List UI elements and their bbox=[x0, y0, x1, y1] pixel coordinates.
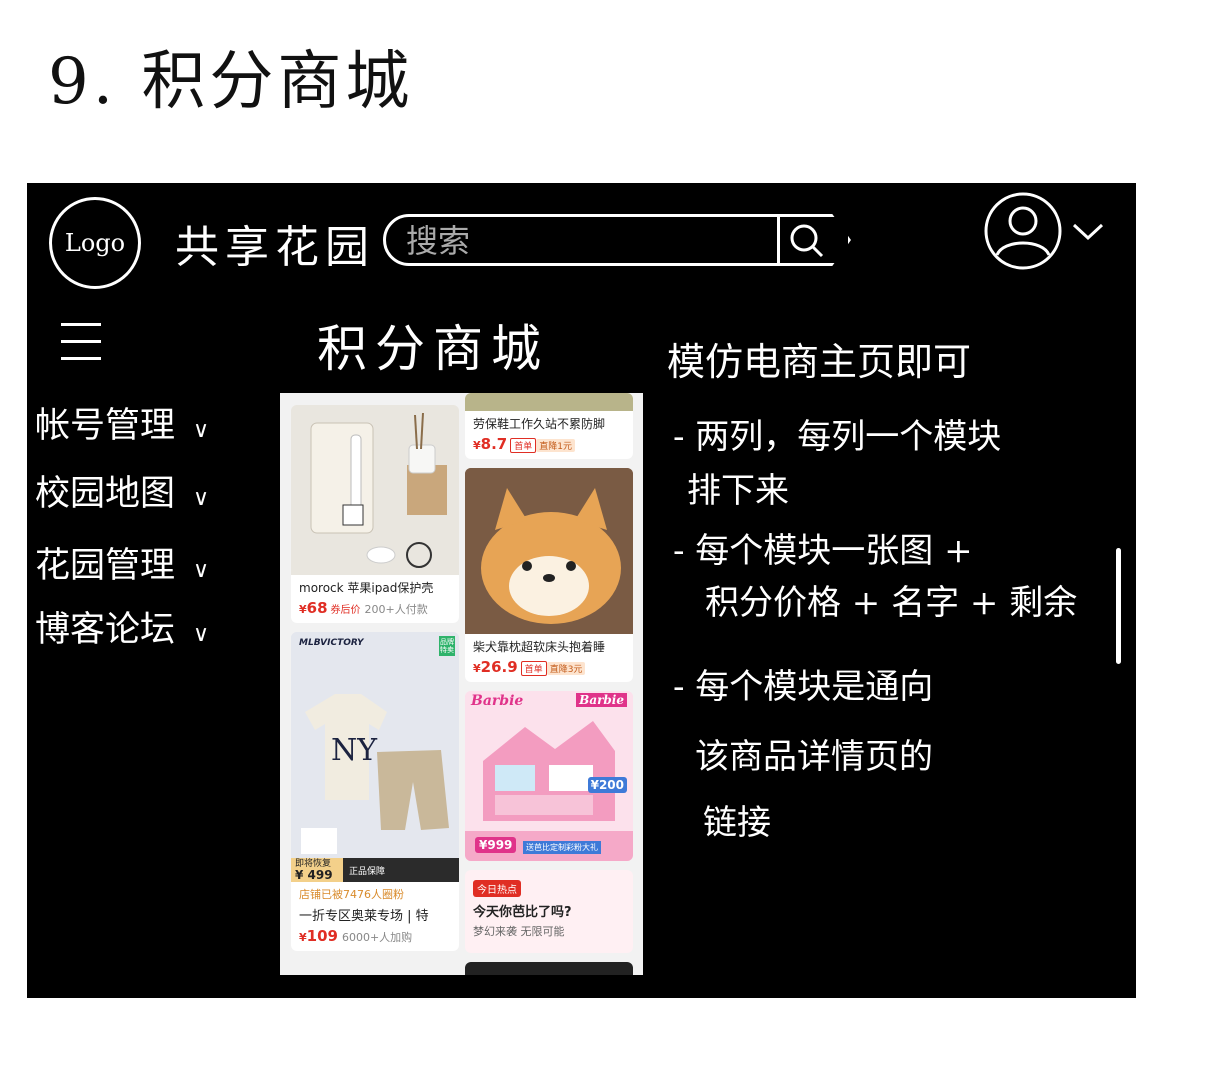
search-input[interactable] bbox=[404, 221, 778, 261]
product-card[interactable]: NY MLBVICTORY 品牌特卖 即将恢复 ¥ 499 正品保障 店铺已被7… bbox=[291, 632, 459, 951]
next-card-peek bbox=[465, 962, 633, 975]
product-name: 劳保鞋工作久站不累防脚 bbox=[473, 417, 606, 431]
sidebar-item-label: 博客论坛 bbox=[35, 610, 176, 650]
note-line: 链接 bbox=[703, 803, 771, 843]
scrollbar[interactable] bbox=[1116, 548, 1121, 664]
sidebar-item-garden[interactable]: 花园管理 ∨ bbox=[35, 537, 209, 588]
product-image bbox=[465, 468, 633, 634]
note-line: 排下来 bbox=[687, 471, 789, 511]
search-bar[interactable] bbox=[383, 214, 851, 266]
product-name: 柴犬靠枕超软床头抱着睡 bbox=[473, 640, 606, 654]
shop-follow-note: 店铺已被7476人圈粉 bbox=[299, 888, 404, 901]
svg-text:NY: NY bbox=[331, 733, 378, 768]
brand-logo-barbie: Barbie bbox=[471, 693, 524, 709]
product-column-left: morock 苹果ipad保护壳 ¥68 券后价 200+人付款 NY MLBVIC… bbox=[291, 405, 459, 960]
chevron-down-icon: ∨ bbox=[193, 622, 210, 647]
note-title: 模仿电商主页即可 bbox=[667, 340, 972, 384]
product-price: ¥109 6000+人加购 bbox=[299, 927, 413, 945]
note-line: - 每个模块是通向 bbox=[673, 667, 934, 707]
product-card[interactable]: 柴犬靠枕超软床头抱着睡 ¥26.9 首单 直降3元 bbox=[465, 468, 633, 682]
brand-sale-badge: 品牌特卖 bbox=[439, 636, 455, 656]
hamburger-icon[interactable] bbox=[61, 323, 101, 374]
note-line: - 每个模块一张图 + bbox=[673, 531, 973, 571]
promo-title: 今天你芭比了吗? bbox=[473, 905, 572, 920]
note-line: - 两列，每列一个模块 bbox=[673, 417, 1002, 457]
logo[interactable]: Logo bbox=[49, 197, 141, 289]
product-card[interactable]: Barbie Barbie ¥200 ¥999 送芭比定制彩粉大礼 bbox=[465, 691, 633, 861]
barbie-dreamhouse-image bbox=[465, 691, 633, 861]
price-badge: ¥999 bbox=[475, 837, 517, 853]
sidebar-item-label: 帐号管理 bbox=[35, 406, 176, 446]
promo-subtitle: 梦幻来袭 无限可能 bbox=[473, 925, 565, 938]
product-column-right: 劳保鞋工作久站不累防脚 ¥8.7 首单 直降1元 柴犬靠枕超软床头抱着睡 ¥26… bbox=[465, 393, 633, 975]
product-card[interactable]: 劳保鞋工作久站不累防脚 ¥8.7 首单 直降1元 bbox=[465, 393, 633, 459]
chevron-down-icon: ∨ bbox=[193, 486, 210, 511]
search-icon bbox=[790, 224, 824, 258]
note-line: 该商品详情页的 bbox=[695, 737, 933, 777]
gift-banner: 送芭比定制彩粉大礼 bbox=[523, 841, 601, 854]
chevron-down-icon: ∨ bbox=[193, 558, 210, 583]
brand-label: MLBVICTORY bbox=[299, 638, 364, 648]
sidebar-item-label: 花园管理 bbox=[35, 546, 176, 586]
product-name: 一折专区奥莱专场 | 特 bbox=[299, 909, 429, 924]
note-line: 积分价格 + 名字 + 剩余 bbox=[705, 583, 1078, 623]
product-feed: morock 苹果ipad保护壳 ¥68 券后价 200+人付款 NY MLBVIC… bbox=[280, 393, 643, 975]
promo-price-block: 即将恢复 ¥ 499 bbox=[291, 858, 343, 882]
wireframe-board: Logo 共享花园 帐号管理 ∨ 校园地图 ∨ 花园管理 ∨ 博客论坛 ∨ 积分商城 bbox=[27, 183, 1136, 998]
ipad-case-image bbox=[291, 405, 459, 575]
product-image: Barbie Barbie ¥200 ¥999 送芭比定制彩粉大礼 bbox=[465, 691, 633, 861]
product-image bbox=[291, 405, 459, 575]
sidebar-item-label: 校园地图 bbox=[35, 474, 176, 514]
promo-note: 正品保障 bbox=[349, 867, 386, 877]
product-image: NY MLBVICTORY 品牌特卖 即将恢复 ¥ 499 正品保障 bbox=[291, 632, 459, 882]
sidebar-item-account[interactable]: 帐号管理 ∨ bbox=[35, 397, 209, 448]
product-price: ¥68 券后价 200+人付款 bbox=[299, 599, 428, 617]
coupon-badge: ¥200 bbox=[587, 777, 627, 793]
product-name: morock 苹果ipad保护壳 bbox=[299, 581, 434, 595]
sidebar-item-campus-map[interactable]: 校园地图 ∨ bbox=[35, 465, 209, 516]
page-heading: 9. 积分商城 bbox=[48, 45, 414, 119]
product-price: ¥8.7 首单 直降1元 bbox=[473, 435, 625, 453]
search-button[interactable] bbox=[777, 217, 834, 263]
main-title: 积分商城 bbox=[317, 320, 549, 378]
site-title: 共享花园 bbox=[175, 222, 375, 273]
product-image bbox=[465, 393, 633, 411]
shiba-pillow-image bbox=[465, 468, 633, 634]
sidebar-item-blog[interactable]: 博客论坛 ∨ bbox=[35, 601, 209, 652]
product-price: ¥26.9 首单 直降3元 bbox=[473, 658, 625, 676]
product-card[interactable]: morock 苹果ipad保护壳 ¥68 券后价 200+人付款 bbox=[291, 405, 459, 623]
user-avatar-icon[interactable] bbox=[983, 191, 1063, 271]
chevron-down-icon[interactable] bbox=[1071, 221, 1105, 243]
promo-card[interactable]: 今日热点 今天你芭比了吗? 梦幻来袭 无限可能 bbox=[465, 870, 633, 953]
brand-logo-barbie-corner: Barbie bbox=[576, 693, 627, 707]
chevron-down-icon: ∨ bbox=[193, 418, 210, 443]
hot-badge: 今日热点 bbox=[473, 880, 521, 897]
apparel-image: NY bbox=[291, 632, 459, 882]
